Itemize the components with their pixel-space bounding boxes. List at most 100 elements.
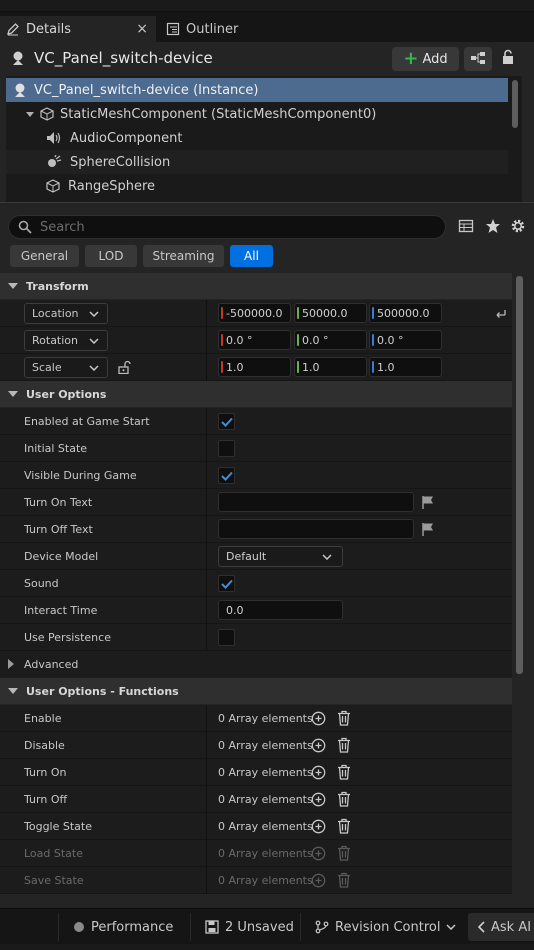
category-user-options[interactable]: User Options [0, 381, 512, 407]
add-element-icon[interactable] [311, 846, 326, 864]
filter-streaming[interactable]: Streaming [143, 245, 224, 267]
trash-icon[interactable] [337, 737, 351, 756]
property-visible-during-game: Visible During Game [0, 462, 512, 489]
filter-general[interactable]: General [10, 245, 79, 267]
trash-icon[interactable] [337, 872, 351, 891]
window-top-strip [0, 0, 534, 12]
column-divider [206, 786, 207, 813]
add-element-icon[interactable] [311, 738, 326, 756]
location-z-field[interactable]: 500000.0 [369, 303, 442, 323]
scale-mode-dropdown[interactable]: Scale [24, 357, 108, 378]
column-divider [206, 300, 207, 327]
lock-icon[interactable] [500, 49, 516, 68]
scale-y-field[interactable]: 1.0 [294, 357, 367, 377]
location-y-field[interactable]: 50000.0 [294, 303, 367, 323]
scale-z-field[interactable]: 1.0 [369, 357, 442, 377]
gear-icon[interactable] [510, 218, 526, 237]
add-element-icon[interactable] [311, 792, 326, 810]
add-element-icon[interactable] [311, 819, 326, 837]
trash-icon[interactable] [337, 845, 351, 864]
chevron-down-icon [446, 924, 456, 930]
search-input[interactable]: Search [8, 215, 446, 239]
unsaved-button[interactable]: 2 Unsaved [190, 913, 294, 941]
rotation-x-field[interactable]: 0.0 ° [218, 330, 291, 350]
tab-details-label: Details [26, 21, 72, 37]
reset-arrow-icon[interactable] [494, 307, 506, 322]
scale-label: Scale [32, 361, 62, 374]
actor-name: VC_Panel_switch-device [34, 49, 213, 67]
tab-outliner[interactable]: Outliner [160, 16, 270, 42]
column-divider [206, 462, 207, 489]
add-element-icon[interactable] [311, 765, 326, 783]
property-location: Location -500000.0 50000.0 500000.0 [0, 300, 512, 327]
trash-icon[interactable] [337, 818, 351, 837]
performance-label: Performance [91, 919, 174, 935]
tree-item-label: RangeSphere [68, 178, 156, 194]
performance-button[interactable]: Performance [58, 913, 180, 941]
turn-on-text-field[interactable] [218, 492, 414, 512]
collapse-arrow-icon [8, 283, 18, 289]
device-model-dropdown[interactable]: Default [218, 546, 343, 567]
flag-icon[interactable] [421, 522, 435, 539]
add-element-icon[interactable] [311, 711, 326, 729]
enabled-at-game-start-checkbox[interactable] [218, 413, 235, 430]
tree-item-rangesphere[interactable]: RangeSphere [6, 174, 508, 198]
status-bar: Performance 2 Unsaved Revision Control A… [0, 908, 534, 944]
actor-icon [12, 82, 28, 98]
tree-item-staticmesh[interactable]: StaticMeshComponent (StaticMeshComponent… [6, 102, 508, 126]
advanced-section-toggle[interactable]: Advanced [0, 651, 512, 678]
trash-icon[interactable] [337, 764, 351, 783]
unlock-icon[interactable] [117, 360, 131, 377]
property-enabled-at-game-start: Enabled at Game Start [0, 408, 512, 435]
rotation-y-field[interactable]: 0.0 ° [294, 330, 367, 350]
collapse-arrow-icon [8, 688, 18, 694]
interact-time-field[interactable]: 0.0 [218, 600, 343, 620]
turn-off-text-field[interactable] [218, 519, 414, 539]
tree-item-label: VC_Panel_switch-device (Instance) [34, 82, 259, 98]
add-element-icon[interactable] [311, 873, 326, 891]
add-component-button[interactable]: + Add [392, 47, 459, 71]
use-persistence-checkbox[interactable] [218, 629, 235, 646]
property-label: Turn On Text [24, 496, 93, 509]
tab-bar: Details × Outliner [0, 12, 534, 42]
tree-item-collision[interactable]: SphereCollision [6, 150, 508, 174]
category-transform[interactable]: Transform [0, 273, 512, 299]
tree-item-audio[interactable]: AudioComponent [6, 126, 508, 150]
close-icon[interactable]: × [136, 21, 148, 37]
property-label: Sound [24, 577, 59, 590]
trash-icon[interactable] [337, 791, 351, 810]
array-count: 0 Array elements [218, 739, 313, 752]
cube-icon [46, 179, 60, 193]
filter-all[interactable]: All [230, 245, 273, 267]
column-divider [206, 354, 207, 381]
star-icon[interactable] [485, 218, 501, 237]
column-divider [206, 624, 207, 651]
expand-arrow-icon[interactable] [26, 111, 34, 117]
details-scrollbar[interactable] [516, 276, 523, 674]
revision-control-button[interactable]: Revision Control [300, 913, 458, 941]
tree-scrollbar[interactable] [512, 80, 518, 128]
table-view-icon[interactable] [458, 218, 474, 237]
flag-icon[interactable] [421, 495, 435, 512]
location-x-field[interactable]: -500000.0 [218, 303, 291, 323]
rotation-mode-dropdown[interactable]: Rotation [24, 330, 108, 351]
category-user-options-functions[interactable]: User Options - Functions [0, 678, 512, 704]
initial-state-checkbox[interactable] [218, 440, 235, 457]
scale-x-field[interactable]: 1.0 [218, 357, 291, 377]
chevron-down-icon [89, 364, 99, 371]
column-divider [206, 705, 207, 732]
location-x-value: -500000.0 [226, 306, 283, 320]
blueprint-button[interactable] [464, 47, 492, 71]
trash-icon[interactable] [337, 710, 351, 729]
visible-during-game-checkbox[interactable] [218, 467, 235, 484]
scale-x-value: 1.0 [226, 360, 244, 374]
filter-lod[interactable]: LOD [85, 245, 137, 267]
tree-item-instance[interactable]: VC_Panel_switch-device (Instance) [6, 78, 508, 102]
sound-checkbox[interactable] [218, 575, 235, 592]
ask-ai-button[interactable]: Ask AI [468, 913, 534, 941]
tab-details[interactable]: Details × [0, 16, 156, 42]
bottom-edge [0, 944, 534, 950]
rotation-z-field[interactable]: 0.0 ° [369, 330, 442, 350]
location-mode-dropdown[interactable]: Location [24, 303, 108, 324]
column-divider [206, 597, 207, 624]
